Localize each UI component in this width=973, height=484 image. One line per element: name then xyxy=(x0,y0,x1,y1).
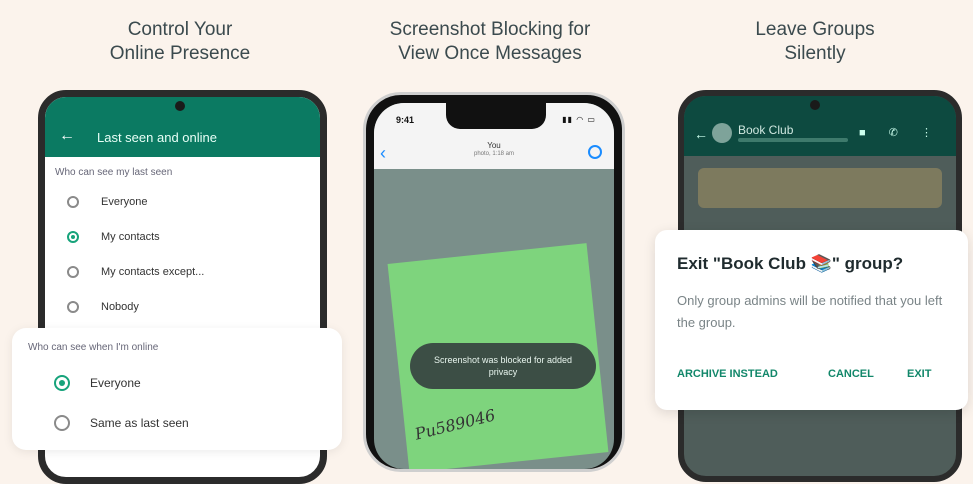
camera-hole xyxy=(810,100,820,110)
panel-title-online-presence: Control Your Online Presence xyxy=(30,18,330,66)
status-icons: ▮▮ ◠ ▭ xyxy=(562,115,596,124)
online-question: Who can see when I'm online xyxy=(28,342,159,353)
option-my-contacts-except[interactable]: My contacts except... xyxy=(45,254,320,289)
option-online-everyone[interactable]: Everyone xyxy=(12,363,342,403)
phone-screen: 9:41 ▮▮ ◠ ▭ ‹ You photo, 1:18 am Pu58904… xyxy=(374,103,614,469)
group-avatar[interactable] xyxy=(712,123,732,143)
call-icons[interactable]: ■ ✆ ⋮ xyxy=(859,126,942,139)
panel-title-leave-groups: Leave Groups Silently xyxy=(665,18,965,66)
screen-title: Last seen and online xyxy=(97,130,217,145)
option-my-contacts[interactable]: My contacts xyxy=(45,219,320,254)
option-label: Same as last seen xyxy=(90,416,189,430)
radio-icon[interactable] xyxy=(67,195,79,208)
online-visibility-card: Who can see when I'm online Everyone Sam… xyxy=(12,328,342,450)
back-arrow-icon[interactable]: ← xyxy=(694,126,708,142)
view-once-icon[interactable] xyxy=(588,145,602,159)
option-label: Nobody xyxy=(101,300,139,313)
encryption-banner xyxy=(698,168,942,208)
status-time: 9:41 xyxy=(396,115,415,125)
chat-header: 9:41 ▮▮ ◠ ▭ ‹ You photo, 1:18 am xyxy=(374,103,614,169)
exit-group-dialog: Exit "Book Club 📚" group? Only group adm… xyxy=(655,230,968,410)
radio-selected-icon[interactable] xyxy=(54,375,70,391)
option-nobody[interactable]: Nobody xyxy=(45,289,320,324)
dialog-title: Exit "Book Club 📚" group? xyxy=(677,254,904,273)
cancel-button[interactable]: CANCEL xyxy=(828,368,874,380)
group-app-bar: ← Book Club ■ ✆ ⋮ xyxy=(684,96,956,156)
group-subtitle xyxy=(738,138,848,142)
app-bar: ← Last seen and online xyxy=(45,97,320,157)
camera-hole xyxy=(175,101,185,111)
option-label: My contacts except... xyxy=(101,265,205,278)
chat-name: You xyxy=(487,141,501,150)
archive-instead-button[interactable]: ARCHIVE INSTEAD xyxy=(677,368,778,380)
title-line: Control Your xyxy=(127,19,233,40)
option-label: Everyone xyxy=(101,195,148,208)
last-seen-question: Who can see my last seen xyxy=(55,167,173,178)
panel-title-screenshot-blocking: Screenshot Blocking for View Once Messag… xyxy=(340,18,640,66)
title-line: Silently xyxy=(784,43,846,64)
exit-button[interactable]: EXIT xyxy=(907,368,931,380)
dialog-body: Only group admins will be notified that … xyxy=(677,293,943,330)
radio-icon[interactable] xyxy=(54,415,70,431)
radio-icon[interactable] xyxy=(67,265,79,278)
radio-selected-icon[interactable] xyxy=(67,230,79,243)
option-everyone[interactable]: Everyone xyxy=(45,184,320,219)
phone-notch xyxy=(446,103,546,129)
screenshot-blocked-toast: Screenshot was blocked for added privacy xyxy=(410,343,596,389)
iphone-view-once: 9:41 ▮▮ ◠ ▭ ‹ You photo, 1:18 am Pu58904… xyxy=(363,92,625,472)
chat-subtitle: photo, 1:18 am xyxy=(473,151,515,157)
title-line: View Once Messages xyxy=(398,43,582,64)
title-line: Online Presence xyxy=(109,43,251,64)
radio-icon[interactable] xyxy=(67,300,79,313)
back-arrow-icon[interactable]: ← xyxy=(59,127,75,145)
option-label: My contacts xyxy=(101,230,160,243)
title-line: Screenshot Blocking for xyxy=(389,19,591,40)
option-label: Everyone xyxy=(90,376,141,390)
option-same-as-last-seen[interactable]: Same as last seen xyxy=(12,403,342,443)
group-name[interactable]: Book Club xyxy=(738,123,793,137)
title-line: Leave Groups xyxy=(755,19,875,40)
